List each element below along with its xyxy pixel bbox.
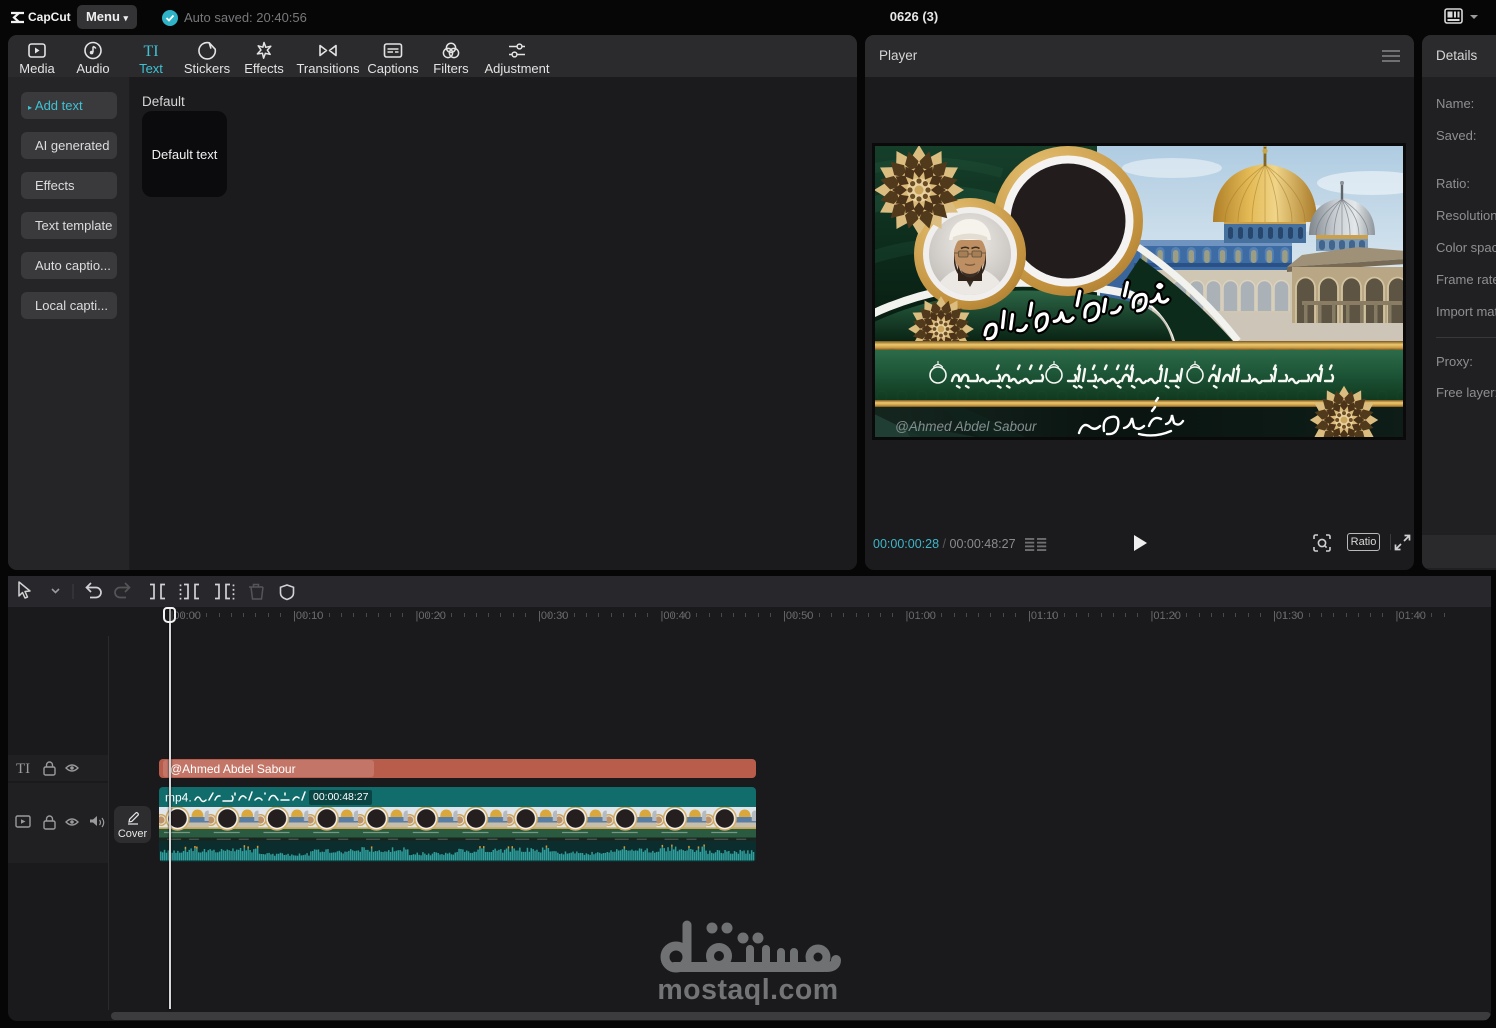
- svg-text:@Ahmed Abdel Sabour: @Ahmed Abdel Sabour: [895, 419, 1037, 434]
- svg-text:TI: TI: [143, 43, 158, 60]
- svg-text:TI: TI: [16, 761, 30, 777]
